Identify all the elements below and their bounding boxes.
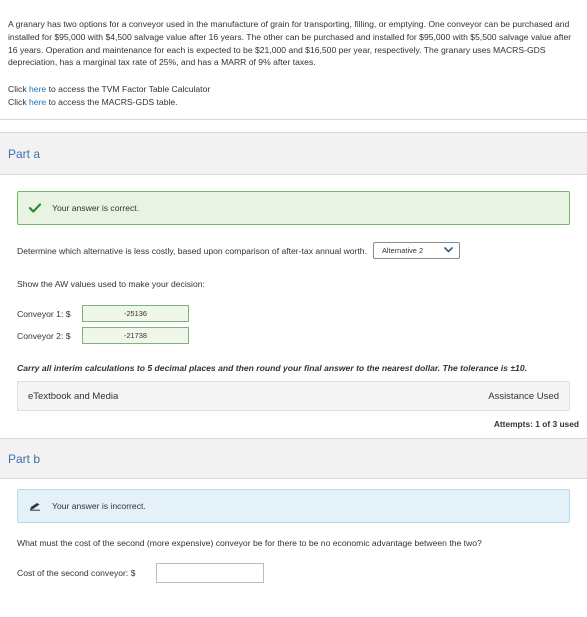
part-b-title: Part b xyxy=(8,451,41,466)
part-b-header: Part b xyxy=(0,438,587,480)
cost-row: Cost of the second conveyor: $ xyxy=(17,563,570,584)
resource-links: Click here to access the TVM Factor Tabl… xyxy=(8,83,579,108)
conveyor-2-row: Conveyor 2: $ -21738 xyxy=(17,327,570,345)
alternative-question: Determine which alternative is less cost… xyxy=(17,245,367,256)
status-text: Your answer is correct. xyxy=(52,203,140,214)
conveyor-1-label: Conveyor 1: $ xyxy=(17,308,71,319)
part-a-title: Part a xyxy=(8,146,41,161)
link-suffix: to access the TVM Factor Table Calculato… xyxy=(46,84,211,95)
tvm-calculator-link[interactable]: here xyxy=(29,84,46,94)
problem-text: A granary has two options for a conveyor… xyxy=(8,19,572,68)
cost-input[interactable] xyxy=(156,563,264,584)
conveyor-2-label: Conveyor 2: $ xyxy=(17,330,71,341)
etextbook-bar: eTextbook and Media Assistance Used xyxy=(17,381,570,412)
problem-section: A granary has two options for a conveyor… xyxy=(0,0,587,108)
alternative-select[interactable]: Alternative 2 xyxy=(372,242,460,260)
cost-question: What must the cost of the second (more e… xyxy=(17,538,482,549)
link-prefix: Click xyxy=(8,96,30,107)
alternative-question-row: Determine which alternative is less cost… xyxy=(17,242,570,260)
conveyor-2-input[interactable]: -21738 xyxy=(82,327,189,345)
selected-option: Alternative 2 xyxy=(381,246,424,256)
status-text: Your answer is incorrect. xyxy=(52,501,146,512)
chevron-down-icon xyxy=(444,246,453,255)
macrs-link-line: Click here to access the MACRS-GDS table… xyxy=(8,96,579,109)
part-b-body: Your answer is incorrect. What must the … xyxy=(0,489,587,584)
etextbook-link[interactable]: eTextbook and Media xyxy=(28,391,118,402)
aw-prompt: Show the AW values used to make your dec… xyxy=(17,279,205,290)
cost-label: Cost of the second conveyor: $ xyxy=(17,568,136,579)
attempts-counter: Attempts: 1 of 3 used xyxy=(493,419,579,430)
link-prefix: Click xyxy=(8,84,30,95)
rounding-note: Carry all interim calculations to 5 deci… xyxy=(17,363,527,374)
assistance-used[interactable]: Assistance Used xyxy=(488,391,559,402)
part-a-body: Your answer is correct. Determine which … xyxy=(0,191,587,429)
conveyor-1-row: Conveyor 1: $ -25136 xyxy=(17,305,570,323)
pencil-icon xyxy=(18,502,52,511)
tvm-link-line: Click here to access the TVM Factor Tabl… xyxy=(8,83,579,96)
macrs-table-link[interactable]: here xyxy=(29,97,46,107)
part-a-header: Part a xyxy=(0,132,587,176)
conveyor-1-input[interactable]: -25136 xyxy=(82,305,189,323)
check-icon xyxy=(18,203,52,213)
link-suffix: to access the MACRS-GDS table. xyxy=(46,96,178,107)
correct-answer-banner: Your answer is correct. xyxy=(17,191,570,226)
incorrect-answer-banner: Your answer is incorrect. xyxy=(17,489,570,524)
divider xyxy=(0,119,587,121)
